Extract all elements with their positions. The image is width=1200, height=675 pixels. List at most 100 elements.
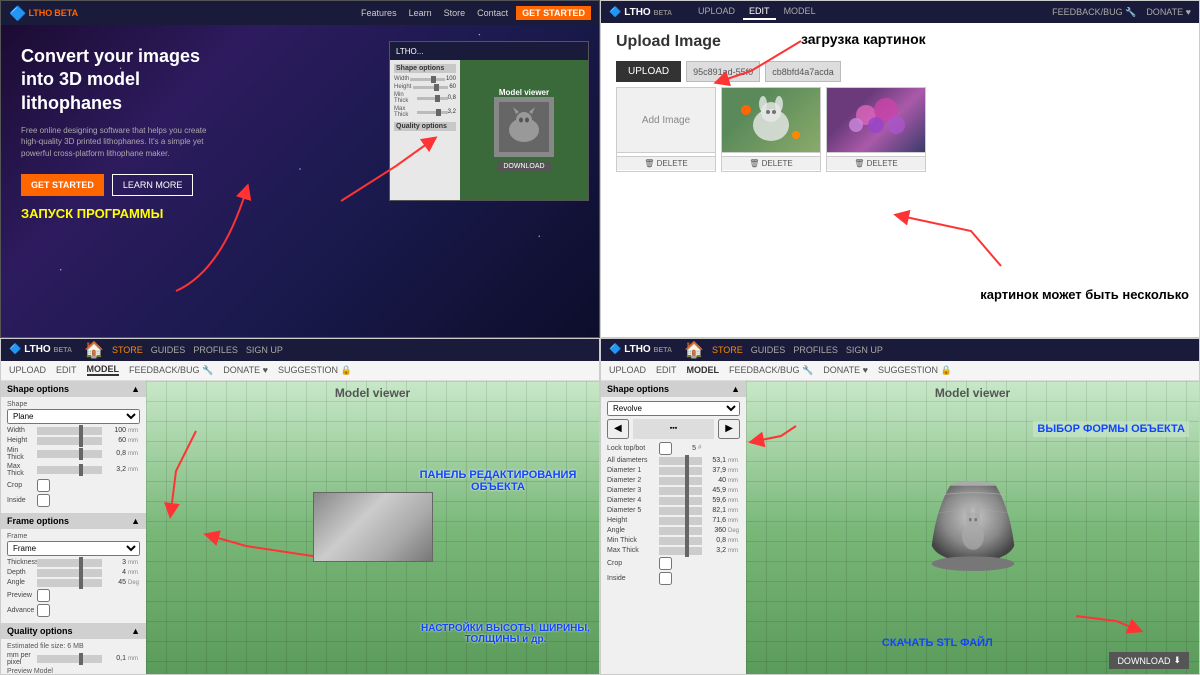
panel4-shape-select-row: Revolve [607, 401, 740, 416]
panel1-mini-param-width: Width 100 [394, 76, 456, 82]
panel3-upload-tab[interactable]: UPLOAD [9, 365, 46, 375]
panel4-inside-toggle[interactable] [659, 572, 672, 585]
panel2-upload-area: UPLOAD 95c891ad-55f0 cb8bfd4a7acda [616, 61, 1184, 82]
main-grid: 🔷 LTHO BETA Features Learn Store Contact… [0, 0, 1200, 675]
panel4-param-dia4: Diameter 4 59,6 mm [607, 497, 740, 505]
panel3-annotation2: НАСТРОЙКИ ВЫСОТЫ, ШИРИНЫ, ТОЛЩИНЫ и др. [421, 623, 590, 645]
panel1-learn-link[interactable]: Learn [409, 8, 432, 18]
panel1-learn-more-btn[interactable]: LEARN MORE [112, 174, 194, 196]
panel3-frame-content: Frame Frame Thickness 3 mm Depth [1, 529, 146, 623]
panel4-maxthick-slider[interactable] [659, 547, 702, 555]
panel2-feedback[interactable]: FEEDBACK/BUG 🔧 [1052, 7, 1136, 18]
panel4-store-link[interactable]: STORE [712, 345, 743, 355]
panel4-dia2-slider[interactable] [659, 477, 702, 485]
panel4-dia1-slider[interactable] [659, 467, 702, 475]
panel4-download-button[interactable]: DOWNLOAD ⬇ [1109, 652, 1189, 669]
panel3-param-maxthick: Max Thick 3,2 mm [7, 463, 140, 477]
panel3-profiles-link[interactable]: PROFILES [193, 345, 238, 355]
panel4-dia5-slider[interactable] [659, 507, 702, 515]
panel4-shape-header: Shape options ▲ [601, 381, 746, 397]
panel4-param-maxthick: Max Thick 3,2 mm [607, 547, 740, 555]
panel3-width-slider[interactable] [37, 427, 102, 435]
panel2-delete-btn-3[interactable]: 🗑 DELETE [827, 156, 925, 170]
panel4-home-icon: 🏠 [684, 340, 704, 360]
panel2-delete-btn-1[interactable]: 🗑 DELETE [617, 156, 715, 170]
panel4-viewer: Model viewer [746, 381, 1199, 675]
panel4-lock-toggle[interactable] [659, 442, 672, 455]
panel4-model-tab[interactable]: MODEL [687, 365, 720, 375]
panel4-signup-link[interactable]: SIGN UP [846, 345, 883, 355]
panel4-upload-tab[interactable]: UPLOAD [609, 365, 646, 375]
panel3-sub-nav: UPLOAD EDIT MODEL FEEDBACK/BUG 🔧 DONATE … [1, 361, 599, 381]
panel3-annotation1: ПАНЕЛЬ РЕДАКТИРОВАНИЯ ОБЪЕКТА [420, 469, 577, 493]
panel2-logo: 🔷 LTHO BETA [609, 7, 672, 18]
panel4-shape-select[interactable]: Revolve [607, 401, 740, 416]
panel4-download-label: DOWNLOAD [1117, 656, 1170, 666]
panel3-depth-slider[interactable] [37, 569, 102, 577]
panel3-shape-select[interactable]: Plane [7, 409, 140, 424]
panel4-donate-tab[interactable]: DONATE ♥ [823, 365, 868, 375]
panel2-delete-btn-2[interactable]: 🗑 DELETE [722, 156, 820, 170]
panel4-suggestion-tab[interactable]: SUGGESTION 🔒 [878, 365, 952, 376]
panel4-guides-link[interactable]: GUIDES [751, 345, 786, 355]
panel4-height-slider[interactable] [659, 517, 702, 525]
panel3-signup-link[interactable]: SIGN UP [246, 345, 283, 355]
panel3-donate-tab[interactable]: DONATE ♥ [223, 365, 268, 375]
panel2-tab-edit[interactable]: EDIT [743, 4, 776, 20]
panel1-get-started-btn[interactable]: GET STARTED [21, 174, 104, 196]
panel4-prev-button[interactable]: ◀ [607, 419, 629, 439]
panel3-inside-toggle[interactable] [37, 494, 50, 507]
panel3-3d-object [313, 492, 433, 562]
panel3-edit-tab[interactable]: EDIT [56, 365, 77, 375]
panel2-add-image-placeholder[interactable]: Add Image [617, 88, 715, 153]
panel4-image-strip: ▪▪▪ [633, 419, 715, 439]
panel3-minthick-slider[interactable] [37, 450, 102, 458]
panel3-height-slider[interactable] [37, 437, 102, 445]
panel1-mini-nav-title: LTHO... [396, 47, 423, 56]
panel2-donate[interactable]: DONATE ♥ [1146, 7, 1191, 18]
panel2-nav: 🔷 LTHO BETA UPLOAD EDIT MODEL FEEDBACK/B… [601, 1, 1199, 23]
panel3-advance-toggle[interactable] [37, 604, 50, 617]
panel2-right-links: FEEDBACK/BUG 🔧 DONATE ♥ [1052, 7, 1191, 18]
panel4-minthick-slider[interactable] [659, 537, 702, 545]
panel4-lamp-object [913, 472, 1033, 582]
panel3-shape-content: Shape Plane Width 100 mm Height [1, 397, 146, 513]
panel3-thickness-slider[interactable] [37, 559, 102, 567]
panel3-preview-toggle[interactable] [37, 589, 50, 602]
panel4-edit-tab[interactable]: EDIT [656, 365, 677, 375]
panel3-model-tab[interactable]: MODEL [87, 364, 120, 376]
panel3-feedback-tab[interactable]: FEEDBACK/BUG 🔧 [129, 365, 213, 376]
panel3-mmperpixel-slider[interactable] [37, 655, 102, 663]
panel4-alldia-slider[interactable] [659, 457, 702, 465]
panel1-cta-button[interactable]: GET STARTED [516, 6, 591, 20]
panel3-store-link[interactable]: STORE [112, 345, 143, 355]
panel2-card-add: Add Image 🗑 DELETE [616, 87, 716, 172]
panel4-nav-buttons: ◀ ▪▪▪ ▶ [607, 419, 740, 439]
panel3-angle-slider[interactable] [37, 579, 102, 587]
panel2-tab-model[interactable]: MODEL [778, 4, 822, 20]
panel4-crop-toggle[interactable] [659, 557, 672, 570]
panel3-guides-link[interactable]: GUIDES [151, 345, 186, 355]
panel3-param-depth: Depth 4 mm [7, 569, 140, 577]
panel3-param-thickness: Thickness 3 mm [7, 559, 140, 567]
panel3-maxthick-slider[interactable] [37, 466, 102, 474]
panel3-frame-select[interactable]: Frame [7, 541, 140, 556]
panel3-shape-select-row: Shape Plane [7, 401, 140, 424]
panel4-sidebar: Shape options ▲ Revolve ◀ ▪▪▪ ▶ [601, 381, 746, 675]
panel4-dia3-slider[interactable] [659, 487, 702, 495]
panel4-angle-slider[interactable] [659, 527, 702, 535]
panel1-features-link[interactable]: Features [361, 8, 397, 18]
panel3-crop-toggle[interactable] [37, 479, 50, 492]
panel1-store-link[interactable]: Store [444, 8, 466, 18]
panel4-dia4-slider[interactable] [659, 497, 702, 505]
panel2-tab-upload[interactable]: UPLOAD [692, 4, 741, 20]
panel3-suggestion-tab[interactable]: SUGGESTION 🔒 [278, 365, 352, 376]
panel1-mini-download[interactable]: DOWNLOAD [497, 161, 550, 172]
panel2-upload-button[interactable]: UPLOAD [616, 61, 681, 82]
panel4-next-button[interactable]: ▶ [718, 419, 740, 439]
panel4-body: Shape options ▲ Revolve ◀ ▪▪▪ ▶ [601, 381, 1199, 675]
panel3-param-crop: Crop [7, 479, 140, 492]
panel4-feedback-tab[interactable]: FEEDBACK/BUG 🔧 [729, 365, 813, 376]
panel1-contact-link[interactable]: Contact [477, 8, 508, 18]
panel4-profiles-link[interactable]: PROFILES [793, 345, 838, 355]
